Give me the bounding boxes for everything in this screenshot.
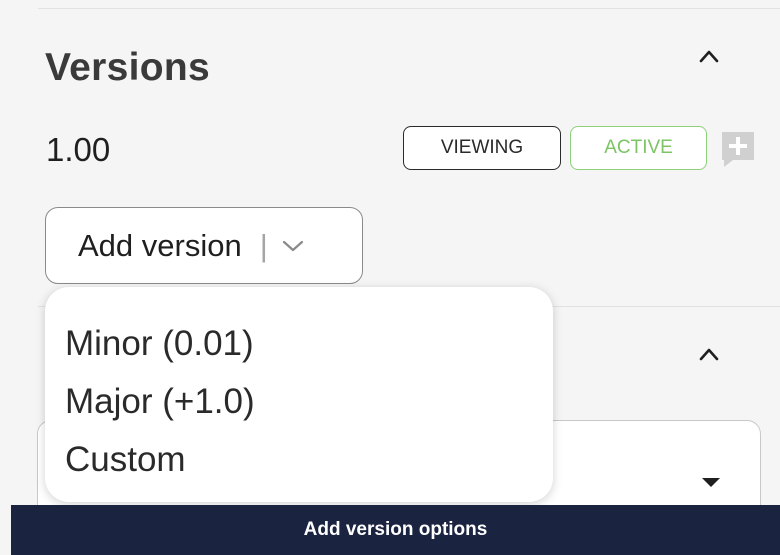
chevron-up-icon[interactable]	[697, 342, 721, 366]
viewing-badge: VIEWING	[403, 126, 561, 170]
menu-item-custom[interactable]: Custom	[45, 431, 553, 489]
versions-panel: Versions 1.00 VIEWING ACTIVE Add version…	[0, 0, 780, 555]
top-divider	[38, 8, 780, 9]
chevron-up-icon[interactable]	[697, 44, 721, 68]
add-version-button[interactable]: Add version |	[45, 207, 363, 284]
button-separator: |	[259, 227, 268, 263]
menu-item-major[interactable]: Major (+1.0)	[45, 373, 553, 431]
chevron-down-icon	[282, 239, 304, 253]
add-version-dropdown-menu: Minor (0.01) Major (+1.0) Custom	[45, 287, 553, 502]
tooltip: Add version options	[11, 505, 780, 555]
comment-plus-icon[interactable]	[719, 129, 757, 169]
add-version-label: Add version	[78, 227, 242, 263]
current-version: 1.00	[46, 131, 111, 168]
caret-down-icon[interactable]	[702, 478, 720, 487]
menu-item-minor[interactable]: Minor (0.01)	[45, 315, 553, 373]
section-title: Versions	[45, 46, 210, 89]
active-badge: ACTIVE	[570, 126, 707, 170]
